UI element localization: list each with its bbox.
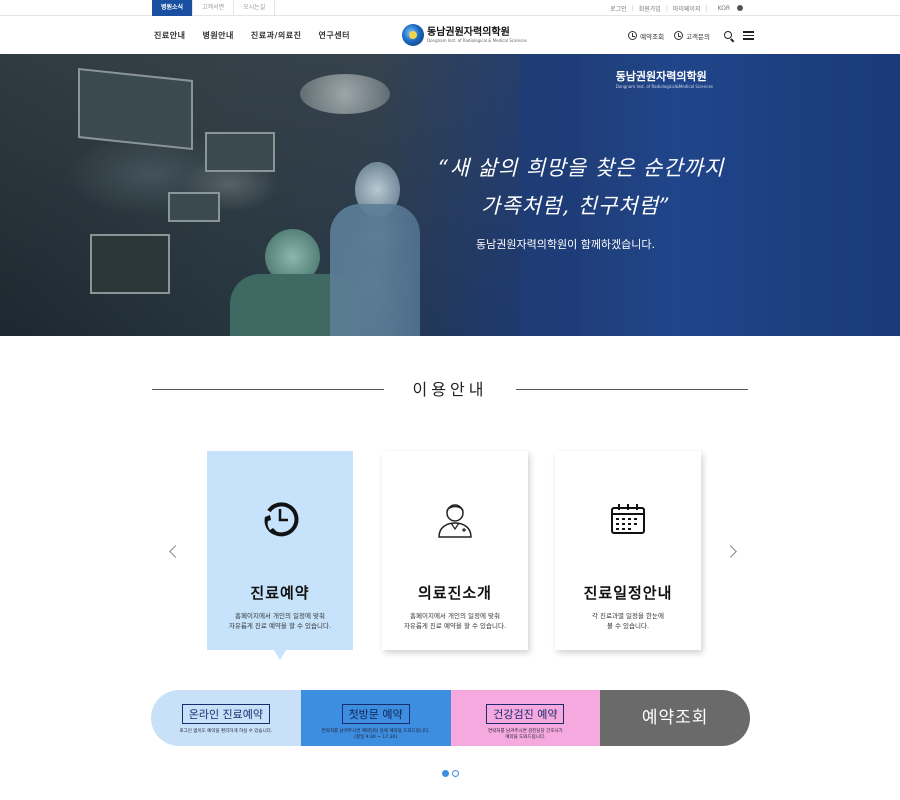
card-desc-line: 자유롭게 진료 예약을 할 수 있습니다. [403,622,507,630]
globe-icon [737,5,743,11]
checkup-desc-line: 예약을 도와드립니다. [505,735,546,740]
signup-link[interactable]: 회원가입 [634,4,666,13]
checkup-label: 건강검진 예약 [486,704,565,724]
doctor-icon [438,504,472,538]
usage-title: 이용안내 [412,380,488,399]
calendar-icon [611,504,645,534]
card-description: 홈페이지에서 개인의 일정에 맞춰 자유롭게 진료 예약을 할 수 있습니다. [215,611,345,631]
card-reservation[interactable]: 진료예약 홈페이지에서 개인의 일정에 맞춰 자유롭게 진료 예약을 할 수 있… [207,451,353,660]
card-description: 홈페이지에서 개인의 일정에 맞춰 자유롭게 진료 예약을 할 수 있습니다. [390,611,520,631]
clock-icon [628,31,638,40]
usage-section-title: 이용안내 [152,378,748,402]
card-schedule[interactable]: 진료일정안내 각 진료과별 일정을 한눈에 볼 수 있습니다. [555,451,701,650]
reservation-check-link[interactable]: 예약조회 [628,31,664,41]
tab-hospital-news[interactable]: 병원소식 [152,0,194,16]
reservation-lookup-button[interactable]: 예약조회 [600,690,750,746]
tab-customer-letter[interactable]: 고객서면 [193,0,235,16]
nav-item-hospital-info[interactable]: 병원안내 [202,30,233,41]
header-actions: 예약조회 고객문의 [628,17,754,54]
util-links: 로그인 | 회원가입 | 마이페이지 | KOR [605,0,748,16]
first-visit-hours: (평일 9:30 ~ 17:30) [354,735,398,740]
card-desc-line: 홈페이지에서 개인의 일정에 맞춰 [410,612,500,620]
card-desc-line: 자유롭게 진료 예약을 할 수 있습니다. [228,622,332,630]
carousel-next-arrow-icon[interactable] [724,545,737,558]
search-icon[interactable] [724,30,734,41]
first-visit-reservation-button[interactable]: 첫방문 예약 연락처를 남겨주시면 예약담당 등에 예약을 도와드립니다. (평… [300,690,451,746]
hero-subtitle: 동남권원자력의학원이 함께하겠습니다. [476,238,656,251]
customer-inquiry-link[interactable]: 고객문의 [674,31,710,41]
reservation-bar: 온라인 진료예약 로그인 없이도 예약을 편리하게 하실 수 있습니다. 첫방문… [151,690,750,746]
pagination-dot[interactable] [452,770,459,777]
card-desc-line: 볼 수 있습니다. [606,622,650,630]
first-visit-desc: 연락처를 남겨주시면 예약담당 등에 예약을 도와드립니다. (평일 9:30 … [301,729,451,741]
carousel-pagination [442,770,462,777]
language-label: KOR [717,4,731,12]
customer-inquiry-label: 고객문의 [686,32,710,41]
carousel-prev-arrow-icon[interactable] [169,545,182,558]
pagination-dot-active[interactable] [442,770,449,777]
monitor-shape [205,132,275,172]
card-title: 진료일정안내 [583,584,673,602]
first-visit-label: 첫방문 예약 [341,704,410,724]
reservation-check-label: 예약조회 [640,32,665,41]
hero-brand-sub: Dongnam Inst. of Radiological&Medical Sc… [615,84,713,89]
logo-name: 동남권원자력의학원 [427,27,510,38]
card-description: 각 진료과별 일정을 한눈에 볼 수 있습니다. [563,611,693,631]
card-title: 진료예약 [250,584,310,602]
top-tabs: 병원소식 고객서면 오시는길 [152,0,276,16]
main-nav: 진료안내 병원안내 진료과/의료진 연구센터 [154,17,367,54]
logo-emblem-icon [402,24,424,46]
monitor-shape [78,67,193,151]
tab-directions[interactable]: 오시는길 [234,0,276,16]
online-reservation-button[interactable]: 온라인 진료예약 로그인 없이도 예약을 편리하게 하실 수 있습니다. [151,690,301,746]
card-title: 의료진소개 [417,584,492,602]
surgical-lamp-shape [300,74,390,114]
monitor-shape [90,234,170,294]
checkup-desc: 연락처를 남겨주시면 검진담당 간호사가 예약을 도와드립니다. [451,729,601,741]
checkup-reservation-button[interactable]: 건강검진 예약 연락처를 남겨주시면 검진담당 간호사가 예약을 도와드립니다. [450,690,601,746]
menu-icon[interactable] [743,31,754,40]
reservation-lookup-label: 예약조회 [641,708,709,728]
login-link[interactable]: 로그인 [605,4,632,13]
hero-brand-name: 동남권원자력의학원 [615,70,707,83]
card-desc-line: 각 진료과별 일정을 한눈에 [592,612,664,620]
mypage-link[interactable]: 마이페이지 [668,4,706,13]
nav-item-departments[interactable]: 진료과/의료진 [251,30,302,41]
top-utility-bar: 병원소식 고객서면 오시는길 로그인 | 회원가입 | 마이페이지 | KOR [0,0,900,16]
hero-brand: 동남권원자력의학원 Dongnam Inst. of Radiological&… [616,68,713,89]
nav-item-care-guide[interactable]: 진료안내 [154,30,185,41]
online-reservation-desc: 로그인 없이도 예약을 편리하게 하실 수 있습니다. [179,729,273,734]
chat-icon [674,31,684,40]
card-desc-line: 홈페이지에서 개인의 일정에 맞춰 [235,612,325,620]
monitor-shape [168,192,220,222]
nav-item-research[interactable]: 연구센터 [319,30,350,41]
clock-phone-icon [264,502,299,537]
hero-quote-line1: “새 삶의 희망을 찾은 순간까지 [438,156,725,180]
site-header: 진료안내 병원안내 진료과/의료진 연구센터 동남권원자력의학원 Dongnam… [0,17,900,54]
language-selector[interactable]: KOR [708,5,749,12]
card-doctors[interactable]: 의료진소개 홈페이지에서 개인의 일정에 맞춰 자유롭게 진료 예약을 할 수 … [382,451,528,650]
site-logo[interactable]: 동남권원자력의학원 Dongnam Inst. of Radiological … [402,24,527,46]
logo-subtitle: Dongnam Inst. of Radiological & Medical … [427,38,527,43]
online-reservation-label: 온라인 진료예약 [181,704,271,724]
hero-quote-line2: 가족처럼, 친구처럼” [481,194,671,218]
hero-banner: 동남권원자력의학원 Dongnam Inst. of Radiological&… [0,54,900,336]
